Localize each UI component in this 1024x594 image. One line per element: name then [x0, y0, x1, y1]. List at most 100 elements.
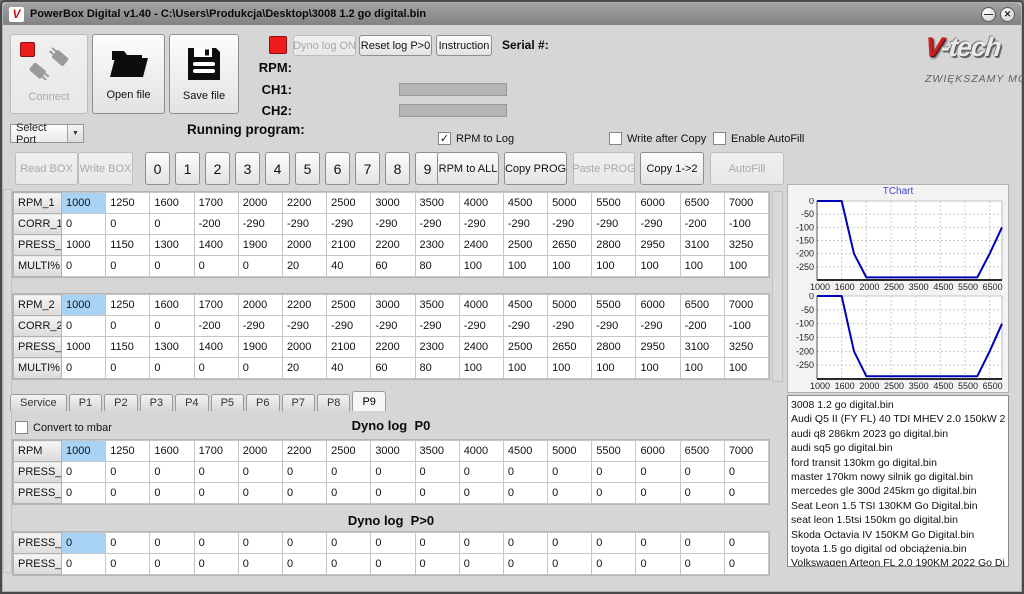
cell[interactable]: -290	[415, 316, 459, 337]
cell[interactable]: 0	[724, 554, 768, 575]
cell[interactable]: 2000	[238, 193, 282, 214]
copy-prog-button[interactable]: Copy PROG	[504, 152, 567, 185]
cell[interactable]: 0	[62, 358, 106, 379]
tab-p1[interactable]: P1	[69, 394, 102, 411]
cell[interactable]: -290	[503, 316, 547, 337]
tab-p8[interactable]: P8	[317, 394, 350, 411]
cell[interactable]: 7000	[724, 193, 768, 214]
cell[interactable]: 0	[150, 554, 194, 575]
cell[interactable]: 0	[282, 554, 326, 575]
cell[interactable]: 0	[548, 462, 592, 483]
cell[interactable]: 0	[680, 554, 724, 575]
file-list[interactable]: 3008 1.2 go digital.binAudi Q5 II (FY FL…	[787, 395, 1009, 567]
cell[interactable]: 0	[194, 256, 238, 277]
instruction-button[interactable]: Instruction	[436, 35, 492, 56]
cell[interactable]: 1700	[194, 441, 238, 462]
cell[interactable]: 0	[62, 554, 106, 575]
cell[interactable]: 2300	[415, 337, 459, 358]
select-port-dropdown[interactable]: Select Port ▼	[10, 124, 84, 143]
cell[interactable]: 0	[62, 533, 106, 554]
cell[interactable]: 2500	[327, 441, 371, 462]
digit-button-6[interactable]: 6	[325, 152, 350, 185]
cell[interactable]: 0	[459, 462, 503, 483]
cell[interactable]: 0	[548, 533, 592, 554]
cell[interactable]: 0	[106, 554, 150, 575]
cell[interactable]: 0	[327, 483, 371, 504]
cell[interactable]: 6000	[636, 193, 680, 214]
cell[interactable]: -290	[282, 214, 326, 235]
cell[interactable]: -290	[503, 214, 547, 235]
cell[interactable]: -290	[327, 316, 371, 337]
cell[interactable]: 5500	[592, 193, 636, 214]
cell[interactable]: 2000	[282, 235, 326, 256]
file-list-item[interactable]: Seat Leon 1.5 TSI 130KM Go Digital.bin	[791, 499, 1005, 513]
cell[interactable]: 6000	[636, 441, 680, 462]
cell[interactable]: 2950	[636, 235, 680, 256]
file-list-item[interactable]: mercedes gle 300d 245km go digital.bin	[791, 484, 1005, 498]
file-list-item[interactable]: audi q8 286km 2023 go digital.bin	[791, 427, 1005, 441]
write-box-button[interactable]: Write BOX	[78, 152, 133, 185]
cell[interactable]: 0	[724, 462, 768, 483]
cell[interactable]: 6500	[680, 441, 724, 462]
title-bar[interactable]: V PowerBox Digital v1.40 - C:\Users\Prod…	[3, 3, 1021, 25]
cell[interactable]: 1000	[62, 235, 106, 256]
digit-button-3[interactable]: 3	[235, 152, 260, 185]
file-list-item[interactable]: toyota 1.5 go digital od obciążenia.bin	[791, 542, 1005, 556]
cell[interactable]: 2500	[503, 235, 547, 256]
cell[interactable]: 4000	[459, 295, 503, 316]
tab-service[interactable]: Service	[10, 394, 67, 411]
checkbox-box[interactable]	[713, 132, 726, 145]
cell[interactable]: -100	[724, 214, 768, 235]
cell[interactable]: 0	[62, 316, 106, 337]
cell[interactable]: 1600	[150, 295, 194, 316]
file-list-item[interactable]: master 170km nowy silnik go digital.bin	[791, 470, 1005, 484]
cell[interactable]: 0	[636, 462, 680, 483]
cell[interactable]: -200	[194, 316, 238, 337]
cell[interactable]: 0	[503, 483, 547, 504]
cell[interactable]: 5000	[548, 295, 592, 316]
cell[interactable]: -290	[415, 214, 459, 235]
enable-autofill-checkbox[interactable]: Enable AutoFill	[713, 132, 804, 145]
cell[interactable]: 7000	[724, 441, 768, 462]
cell[interactable]: 2200	[371, 235, 415, 256]
tables-scrollbar[interactable]	[772, 191, 783, 382]
reset-log-button[interactable]: Reset log P>0	[359, 35, 432, 56]
cell[interactable]: 0	[592, 462, 636, 483]
cell[interactable]: 100	[680, 358, 724, 379]
cell[interactable]: 1000	[62, 295, 106, 316]
cell[interactable]: 0	[680, 483, 724, 504]
cell[interactable]: 0	[106, 256, 150, 277]
cell[interactable]: 0	[327, 462, 371, 483]
cell[interactable]: 2200	[282, 441, 326, 462]
cell[interactable]: 100	[503, 256, 547, 277]
cell[interactable]: 6000	[636, 295, 680, 316]
file-list-item[interactable]: ford transit 130km go digital.bin	[791, 456, 1005, 470]
cell[interactable]: 2200	[282, 193, 326, 214]
cell[interactable]: 4500	[503, 295, 547, 316]
cell[interactable]: 5000	[548, 193, 592, 214]
cell[interactable]: 6500	[680, 295, 724, 316]
cell[interactable]: 0	[548, 554, 592, 575]
cell[interactable]: 2950	[636, 337, 680, 358]
cell[interactable]: 1400	[194, 235, 238, 256]
tab-p2[interactable]: P2	[104, 394, 137, 411]
cell[interactable]: 0	[548, 483, 592, 504]
cell[interactable]: 1150	[106, 337, 150, 358]
checkbox-box[interactable]	[609, 132, 622, 145]
cell[interactable]: -200	[680, 316, 724, 337]
digit-button-8[interactable]: 8	[385, 152, 410, 185]
cell[interactable]: 3100	[680, 235, 724, 256]
cell[interactable]: 0	[194, 533, 238, 554]
cell[interactable]: 2300	[415, 235, 459, 256]
cell[interactable]: 4000	[459, 193, 503, 214]
close-button[interactable]: ✕	[1000, 7, 1015, 22]
cell[interactable]: -290	[636, 214, 680, 235]
cell[interactable]: 100	[724, 256, 768, 277]
cell[interactable]: -290	[592, 214, 636, 235]
file-list-item[interactable]: Audi Q5 II (FY FL) 40 TDI MHEV 2.0 150kW…	[791, 412, 1005, 426]
cell[interactable]: 0	[371, 533, 415, 554]
cell[interactable]: 2000	[238, 295, 282, 316]
cell[interactable]: 1700	[194, 193, 238, 214]
cell[interactable]: 1900	[238, 337, 282, 358]
cell[interactable]: 1600	[150, 193, 194, 214]
